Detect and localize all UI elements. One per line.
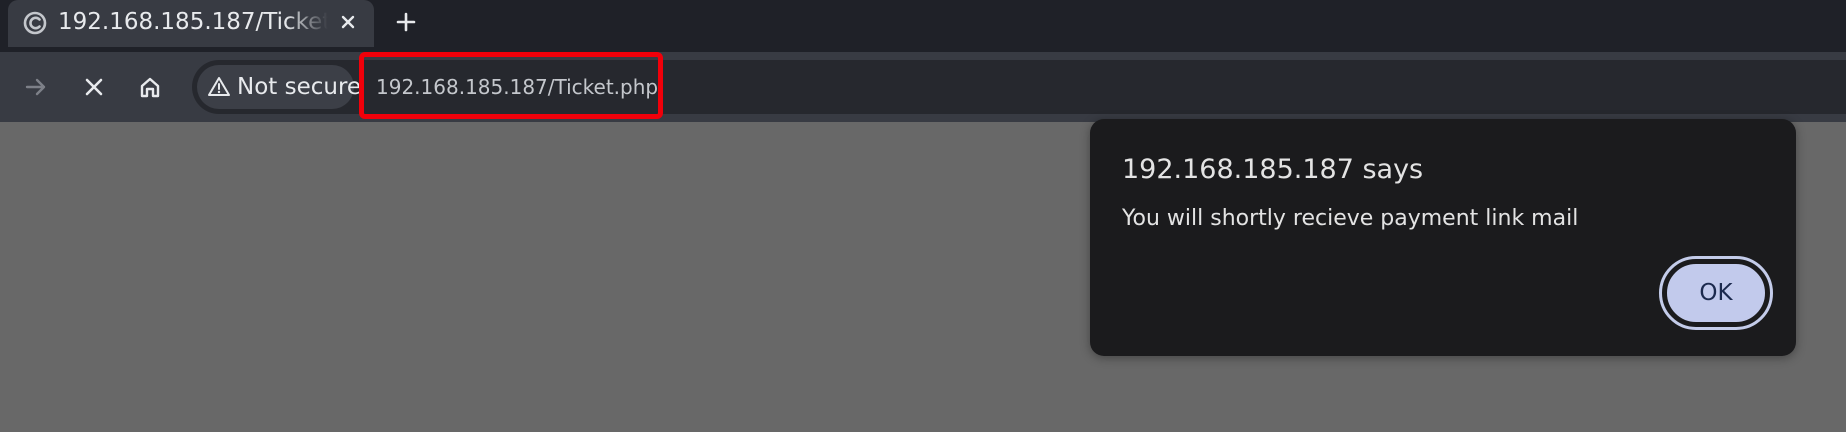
new-tab-plus-icon[interactable] bbox=[390, 6, 422, 38]
warning-triangle-icon bbox=[207, 75, 231, 99]
site-security-chip[interactable]: Not secure bbox=[197, 65, 361, 109]
stop-loading-close-icon[interactable] bbox=[76, 69, 112, 105]
url-text[interactable]: 192.168.185.187/Ticket.php bbox=[376, 73, 658, 101]
dialog-title: 192.168.185.187 says bbox=[1122, 154, 1424, 185]
address-bar[interactable]: Not secure 192.168.185.187/Ticket.php bbox=[192, 60, 1846, 114]
alert-dialog: 192.168.185.187 says You will shortly re… bbox=[1090, 119, 1796, 356]
dialog-message: You will shortly recieve payment link ma… bbox=[1122, 206, 1579, 231]
forward-arrow-icon[interactable] bbox=[18, 69, 54, 105]
tab-title: 192.168.185.187/Ticket.php bbox=[58, 9, 328, 35]
ok-button[interactable]: OK bbox=[1666, 263, 1766, 323]
tab-strip: 192.168.185.187/Ticket.php bbox=[0, 0, 1846, 52]
not-secure-label: Not secure bbox=[237, 74, 362, 100]
ok-button-focus-ring: OK bbox=[1659, 256, 1773, 330]
browser-tab[interactable]: 192.168.185.187/Ticket.php bbox=[8, 0, 374, 47]
home-icon[interactable] bbox=[132, 69, 168, 105]
tab-close-icon[interactable] bbox=[334, 8, 362, 36]
browser-toolbar: Not secure 192.168.185.187/Ticket.php bbox=[0, 52, 1846, 122]
loading-spinner-icon bbox=[22, 10, 48, 36]
